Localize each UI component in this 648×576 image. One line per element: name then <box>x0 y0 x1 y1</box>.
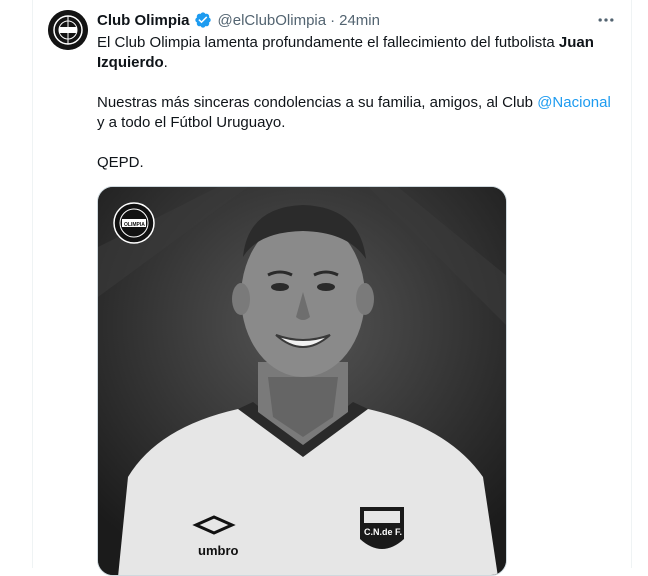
tweet-paragraph-2: Nuestras más sinceras condolencias a su … <box>97 93 617 133</box>
more-options-icon[interactable] <box>596 10 616 30</box>
verified-badge-icon <box>194 11 212 29</box>
avatar[interactable] <box>48 10 88 50</box>
crest-text: OLIMPIA <box>124 222 145 228</box>
paragraph-1-end: . <box>163 54 168 71</box>
kit-brand-text: umbro <box>198 543 239 558</box>
author-name[interactable]: Club Olimpia <box>97 12 190 29</box>
club-crest-icon <box>48 10 88 50</box>
paragraph-1-text: El Club Olimpia lamenta profundamente el… <box>97 34 559 51</box>
player-photo: umbro C.N.de F. OLIMPIA <box>98 187 506 575</box>
tweet-paragraph-3: QEPD. <box>97 154 144 171</box>
tweet-paragraph-1: El Club Olimpia lamenta profundamente el… <box>97 33 617 73</box>
author-handle[interactable]: @elClubOlimpia <box>218 12 327 29</box>
separator-dot: · <box>330 11 336 29</box>
tweet-text: El Club Olimpia lamenta profundamente el… <box>97 33 617 173</box>
tweet-image[interactable]: umbro C.N.de F. OLIMPIA <box>97 186 507 576</box>
badge-text: C.N.de F. <box>364 527 402 537</box>
mention-link[interactable]: @Nacional <box>537 94 611 111</box>
paragraph-2-text: Nuestras más sinceras condolencias a su … <box>97 94 538 111</box>
tweet-header: Club Olimpia @elClubOlimpia · 24min <box>97 10 380 30</box>
paragraph-2-end: y a todo el Fútbol Uruguayo. <box>97 114 286 131</box>
tweet-timestamp[interactable]: 24min <box>339 12 380 29</box>
